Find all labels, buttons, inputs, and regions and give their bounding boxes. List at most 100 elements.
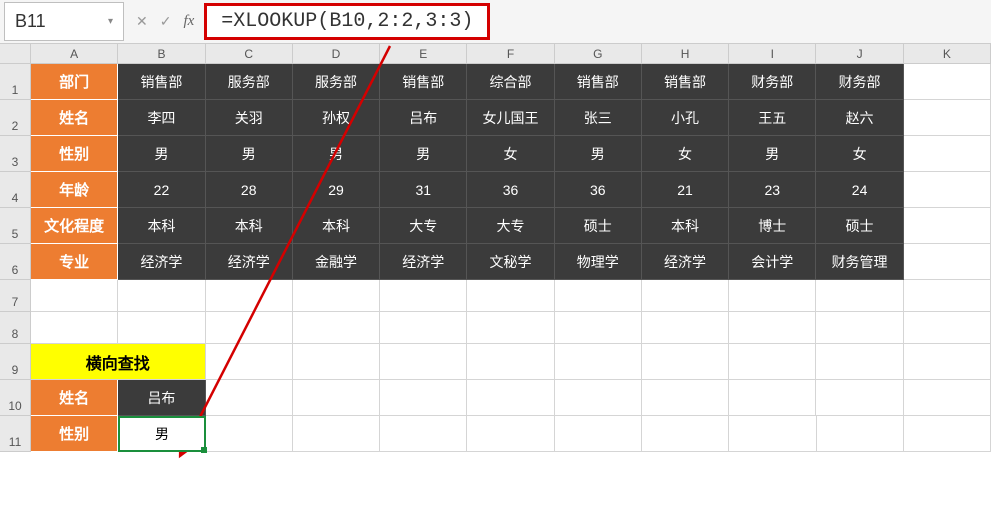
cell-E11[interactable] [380, 416, 467, 452]
cell-E4[interactable]: 31 [380, 172, 467, 208]
cell-I11[interactable] [729, 416, 816, 452]
cell-F6[interactable]: 文秘学 [467, 244, 554, 280]
cell-B1[interactable]: 销售部 [118, 64, 205, 100]
cell-F1[interactable]: 综合部 [467, 64, 554, 100]
cell-C6[interactable]: 经济学 [206, 244, 293, 280]
name-box[interactable]: B11 ▾ [4, 2, 124, 41]
cell-G9[interactable] [555, 344, 642, 380]
cell-D9[interactable] [293, 344, 380, 380]
cell-D6[interactable]: 金融学 [293, 244, 380, 280]
row-header-5[interactable]: 5 [0, 208, 31, 244]
row-header-3[interactable]: 3 [0, 136, 31, 172]
cell-F5[interactable]: 大专 [467, 208, 554, 244]
cell-B5[interactable]: 本科 [118, 208, 205, 244]
cell-D5[interactable]: 本科 [293, 208, 380, 244]
cell-D1[interactable]: 服务部 [293, 64, 380, 100]
cell-I8[interactable] [729, 312, 816, 344]
cell-E8[interactable] [380, 312, 467, 344]
cancel-icon[interactable]: ✕ [136, 13, 148, 30]
cell-F8[interactable] [467, 312, 554, 344]
cell-K1[interactable] [904, 64, 991, 100]
cell-A5[interactable]: 文化程度 [31, 208, 118, 244]
cell-A3[interactable]: 性别 [31, 136, 118, 172]
cell-C7[interactable] [206, 280, 293, 312]
col-header-K[interactable]: K [904, 44, 991, 63]
cell-K8[interactable] [904, 312, 991, 344]
cell-H2[interactable]: 小孔 [642, 100, 729, 136]
cell-F11[interactable] [467, 416, 554, 452]
cell-G3[interactable]: 男 [555, 136, 642, 172]
cell-H1[interactable]: 销售部 [642, 64, 729, 100]
row-header-10[interactable]: 10 [0, 380, 31, 416]
cell-F9[interactable] [467, 344, 554, 380]
cell-J1[interactable]: 财务部 [816, 64, 903, 100]
confirm-icon[interactable]: ✓ [160, 13, 172, 30]
select-all-corner[interactable] [0, 44, 31, 63]
cell-I3[interactable]: 男 [729, 136, 816, 172]
col-header-J[interactable]: J [816, 44, 903, 63]
cell-H6[interactable]: 经济学 [642, 244, 729, 280]
cell-C2[interactable]: 关羽 [206, 100, 293, 136]
cell-D7[interactable] [293, 280, 380, 312]
cell-I5[interactable]: 博士 [729, 208, 816, 244]
cell-J9[interactable] [816, 344, 903, 380]
col-header-A[interactable]: A [31, 44, 118, 63]
cell-K2[interactable] [904, 100, 991, 136]
col-header-D[interactable]: D [293, 44, 380, 63]
cell-G7[interactable] [555, 280, 642, 312]
cell-I10[interactable] [729, 380, 816, 416]
cell-I2[interactable]: 王五 [729, 100, 816, 136]
cell-A4[interactable]: 年龄 [31, 172, 118, 208]
cell-E3[interactable]: 男 [380, 136, 467, 172]
cell-C4[interactable]: 28 [206, 172, 293, 208]
cell-K5[interactable] [904, 208, 991, 244]
cell-E10[interactable] [380, 380, 467, 416]
cell-B7[interactable] [118, 280, 205, 312]
cell-H9[interactable] [642, 344, 729, 380]
cell-B8[interactable] [118, 312, 205, 344]
col-header-E[interactable]: E [380, 44, 467, 63]
cell-G10[interactable] [555, 380, 642, 416]
cell-J11[interactable] [817, 416, 904, 452]
cell-F2[interactable]: 女儿国王 [467, 100, 554, 136]
cell-D2[interactable]: 孙权 [293, 100, 380, 136]
cell-J4[interactable]: 24 [816, 172, 903, 208]
cell-C10[interactable] [206, 380, 293, 416]
cell-I4[interactable]: 23 [729, 172, 816, 208]
cell-C9[interactable] [206, 344, 293, 380]
cell-A8[interactable] [31, 312, 118, 344]
col-header-H[interactable]: H [642, 44, 729, 63]
cell-E7[interactable] [380, 280, 467, 312]
cell-C1[interactable]: 服务部 [206, 64, 293, 100]
cell-A11[interactable]: 性别 [31, 416, 118, 452]
cell-G11[interactable] [555, 416, 642, 452]
row-header-9[interactable]: 9 [0, 344, 31, 380]
cell-J2[interactable]: 赵六 [816, 100, 903, 136]
cell-B11-selected[interactable]: 男 [118, 416, 205, 452]
cell-A6[interactable]: 专业 [31, 244, 118, 280]
cell-E1[interactable]: 销售部 [380, 64, 467, 100]
cell-J10[interactable] [816, 380, 903, 416]
cell-K11[interactable] [904, 416, 991, 452]
cell-H11[interactable] [642, 416, 729, 452]
cell-B3[interactable]: 男 [118, 136, 205, 172]
fx-icon[interactable]: fx [183, 13, 194, 30]
cell-H4[interactable]: 21 [642, 172, 729, 208]
cell-H3[interactable]: 女 [642, 136, 729, 172]
cell-K6[interactable] [904, 244, 991, 280]
cell-A2[interactable]: 姓名 [31, 100, 118, 136]
cell-F10[interactable] [467, 380, 554, 416]
cell-C5[interactable]: 本科 [206, 208, 293, 244]
cell-D3[interactable]: 男 [293, 136, 380, 172]
cell-G1[interactable]: 销售部 [555, 64, 642, 100]
cell-C3[interactable]: 男 [206, 136, 293, 172]
cell-A10[interactable]: 姓名 [31, 380, 118, 416]
col-header-F[interactable]: F [467, 44, 554, 63]
cell-K10[interactable] [904, 380, 991, 416]
chevron-down-icon[interactable]: ▾ [108, 16, 113, 27]
cell-H7[interactable] [642, 280, 729, 312]
cell-B6[interactable]: 经济学 [118, 244, 205, 280]
cell-G2[interactable]: 张三 [555, 100, 642, 136]
row-header-8[interactable]: 8 [0, 312, 31, 344]
cell-D11[interactable] [293, 416, 380, 452]
